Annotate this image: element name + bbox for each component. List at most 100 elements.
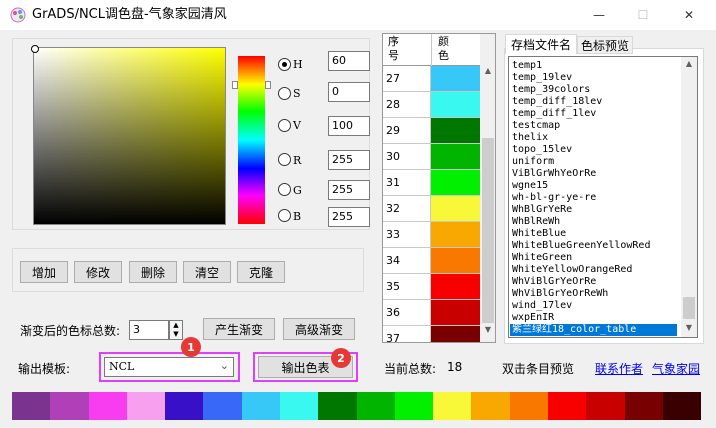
table-row[interactable]: 34	[383, 248, 480, 274]
table-row[interactable]: 35	[383, 274, 480, 300]
radio-h-label: H	[293, 58, 303, 71]
scroll-down-icon[interactable]: ▼	[481, 325, 495, 339]
clone-button[interactable]: 克隆	[237, 261, 285, 283]
radio-b[interactable]	[278, 209, 291, 222]
clear-button[interactable]: 清空	[183, 261, 231, 283]
template-select[interactable]: NCL ⌄	[104, 357, 234, 377]
list-item[interactable]: WhViBlGrYeOrReWh	[512, 288, 608, 300]
color-table[interactable]: 序 号 颜 色 272829303132333435363738 ▲ ▼	[382, 33, 496, 343]
maximize-button[interactable]: ☐	[620, 0, 666, 30]
minimize-button[interactable]: —	[576, 0, 622, 30]
table-row[interactable]: 29	[383, 118, 480, 144]
list-item[interactable]: wgne15	[512, 180, 548, 192]
total-value: 18	[447, 360, 463, 374]
row-color-swatch	[431, 300, 480, 325]
delete-button[interactable]: 删除	[129, 261, 177, 283]
palette-swatch	[318, 392, 357, 420]
table-scrollbar[interactable]: ▲ ▼	[480, 34, 495, 342]
list-scrollbar[interactable]: ▲ ▼	[681, 57, 697, 337]
list-item[interactable]: temp_39colors	[512, 84, 590, 96]
row-color-swatch	[431, 66, 480, 91]
palette-swatch	[203, 392, 242, 420]
list-item[interactable]: WhiteGreen	[512, 252, 572, 264]
list-item[interactable]: thelix	[512, 132, 548, 144]
table-row[interactable]: 33	[383, 222, 480, 248]
gradient-count-label: 渐变后的色标总数:	[20, 324, 121, 338]
palette-swatch	[394, 392, 434, 420]
list-item[interactable]: temp_diff_18lev	[512, 96, 602, 108]
radio-r[interactable]	[278, 153, 291, 166]
table-row[interactable]: 30	[383, 144, 480, 170]
list-item[interactable]: temp_19lev	[512, 72, 572, 84]
list-item[interactable]: topo_15lev	[512, 144, 572, 156]
s-input[interactable]: 0	[328, 82, 370, 102]
h-input[interactable]: 60	[328, 51, 370, 71]
r-input[interactable]: 255	[328, 150, 370, 170]
close-button[interactable]: ✕	[666, 0, 712, 30]
list-item[interactable]: 紫兰绿红18_color_table	[510, 324, 677, 336]
gradient-count-spinner[interactable]: ▲ ▼	[169, 320, 183, 340]
palette-swatch	[50, 392, 89, 420]
contact-author-link[interactable]: 联系作者	[595, 360, 643, 377]
hue-slider[interactable]	[238, 56, 265, 224]
modify-button[interactable]: 修改	[74, 261, 122, 283]
sv-cursor[interactable]	[31, 45, 39, 53]
list-item[interactable]: WhiteYellowOrangeRed	[512, 264, 632, 276]
radio-s[interactable]	[278, 87, 291, 100]
table-scroll-thumb[interactable]	[482, 138, 494, 323]
chevron-down-icon[interactable]: ⌄	[220, 359, 229, 372]
list-item[interactable]: WhViBlGrYeOrRe	[512, 276, 596, 288]
list-item[interactable]: WhBlGrYeRe	[512, 204, 572, 216]
add-button[interactable]: 增加	[20, 261, 68, 283]
spin-down-icon[interactable]: ▼	[170, 330, 182, 339]
row-color-swatch	[431, 92, 480, 117]
tab-files[interactable]: 存档文件名	[505, 34, 577, 54]
b-input[interactable]: 255	[328, 207, 370, 227]
home-link[interactable]: 气象家园	[652, 360, 700, 377]
tab-preview[interactable]: 色标预览	[577, 36, 633, 54]
hue-slider-handle-left[interactable]	[232, 81, 238, 89]
saturation-value-area[interactable]	[33, 47, 226, 225]
g-input[interactable]: 255	[328, 180, 370, 200]
table-row[interactable]: 31	[383, 170, 480, 196]
list-scroll-down-icon[interactable]: ▼	[682, 323, 696, 335]
v-input[interactable]: 100	[328, 116, 370, 136]
list-item[interactable]: temp_diff_1lev	[512, 108, 596, 120]
palette-swatch	[624, 392, 663, 420]
radio-v[interactable]	[278, 119, 291, 132]
list-item[interactable]: temp1	[512, 60, 542, 72]
palette-swatch	[279, 392, 319, 420]
list-item[interactable]: WhiteBlueGreenYellowRed	[512, 240, 650, 252]
list-item[interactable]: WhiteBlue	[512, 228, 566, 240]
row-number: 35	[383, 274, 431, 299]
gradient-count-input[interactable]: 3	[129, 320, 169, 340]
spin-up-icon[interactable]: ▲	[170, 321, 182, 330]
list-item[interactable]: wind_17lev	[512, 300, 572, 312]
radio-h[interactable]	[278, 58, 291, 71]
file-list[interactable]: temp1 temp_19lev temp_39colors temp_diff_18…	[508, 56, 698, 338]
list-item[interactable]: WhBlReWh	[512, 216, 560, 228]
badge-1: 1	[181, 337, 201, 357]
row-color-swatch	[431, 326, 480, 342]
palette-swatch	[471, 392, 510, 420]
list-item[interactable]: wxpEnIR	[512, 312, 554, 324]
table-row[interactable]: 36	[383, 300, 480, 326]
advanced-gradient-button[interactable]: 高级渐变	[283, 318, 355, 340]
row-number: 36	[383, 300, 431, 325]
list-item[interactable]: wh-bl-gr-ye-re	[512, 192, 596, 204]
row-number: 32	[383, 196, 431, 221]
scroll-up-icon[interactable]: ▲	[481, 66, 495, 80]
table-row[interactable]: 28	[383, 92, 480, 118]
radio-g[interactable]	[278, 183, 291, 196]
table-row[interactable]: 27	[383, 66, 480, 92]
hue-slider-handle-right[interactable]	[265, 81, 271, 89]
generate-gradient-button[interactable]: 产生渐变	[203, 318, 275, 340]
list-scroll-thumb[interactable]	[683, 297, 695, 319]
table-row[interactable]: 37	[383, 326, 480, 342]
table-row[interactable]: 32	[383, 196, 480, 222]
row-number: 28	[383, 92, 431, 117]
list-scroll-up-icon[interactable]: ▲	[682, 59, 696, 71]
list-item[interactable]: ViBlGrWhYeOrRe	[512, 168, 596, 180]
list-item[interactable]: uniform	[512, 156, 554, 168]
list-item[interactable]: testcmap	[512, 120, 560, 132]
